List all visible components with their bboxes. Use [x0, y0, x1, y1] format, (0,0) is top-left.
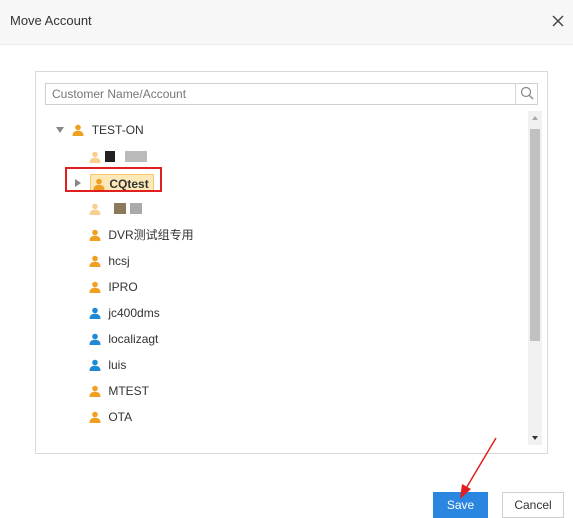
tree-node-hcsj[interactable]: hcsj: [89, 251, 130, 269]
tree-node-mtest[interactable]: MTEST: [89, 381, 149, 399]
tree-node-obscured[interactable]: [89, 147, 147, 165]
user-blue-icon: [89, 307, 101, 319]
tree-node-luis[interactable]: luis: [89, 355, 126, 373]
tree-node-label: MTEST: [108, 383, 150, 398]
user-orange-icon: [89, 281, 101, 293]
tree-node-label: localizagt: [108, 331, 159, 346]
redacted-block: [105, 151, 116, 163]
user-blue-icon: [89, 333, 101, 345]
close-icon[interactable]: [547, 10, 569, 32]
search-input[interactable]: [46, 84, 514, 104]
scroll-up-icon[interactable]: [528, 111, 542, 125]
tree-node-label: luis: [108, 357, 127, 372]
tree-node-obscured[interactable]: [89, 199, 142, 217]
tree-node-label: jc400dms: [108, 305, 160, 320]
user-orange-icon: [89, 385, 101, 397]
user-orange-icon: [89, 411, 101, 423]
tree-node-root[interactable]: TEST-ON: [55, 120, 144, 138]
redacted-block: [114, 203, 127, 215]
user-orange-icon: [72, 124, 84, 136]
search-icon[interactable]: [515, 84, 537, 104]
tree-node-label: DVR测试组专用: [108, 227, 194, 242]
tree-node-ipro[interactable]: IPRO: [89, 277, 138, 295]
redacted-block: [124, 151, 147, 163]
user-blue-icon: [89, 359, 101, 371]
search-box: [45, 83, 538, 105]
dialog-title: Move Account: [10, 13, 92, 28]
tree-node-jc400dms[interactable]: jc400dms: [89, 303, 160, 321]
user-orange-icon: [89, 229, 101, 241]
scroll-thumb[interactable]: [530, 129, 540, 341]
annotation-highlight-box: [65, 167, 162, 192]
account-tree-panel: TEST-ON CQtest: [35, 71, 548, 454]
redacted-block: [129, 203, 142, 215]
tree-node-label: TEST-ON: [91, 122, 144, 137]
user-orange-icon: [89, 255, 101, 267]
tree-node-label: OTA: [108, 409, 133, 424]
user-orange-icon: [89, 203, 101, 215]
save-button[interactable]: Save: [433, 492, 488, 518]
user-orange-icon: [89, 151, 101, 163]
tree-scrollbar[interactable]: [528, 111, 542, 445]
account-tree: TEST-ON CQtest DVR测试组专用 hcsj IPRO jc400d…: [47, 114, 527, 444]
cancel-button[interactable]: Cancel: [502, 492, 564, 518]
dialog-header: Move Account: [0, 0, 573, 45]
tree-node-dvr[interactable]: DVR测试组专用: [89, 225, 194, 243]
expand-down-icon[interactable]: [55, 125, 65, 135]
scroll-down-icon[interactable]: [528, 431, 542, 445]
tree-node-ota[interactable]: OTA: [89, 407, 132, 425]
tree-node-localizagt[interactable]: localizagt: [89, 329, 158, 347]
tree-node-label: hcsj: [108, 253, 130, 268]
tree-node-label: IPRO: [108, 279, 138, 294]
